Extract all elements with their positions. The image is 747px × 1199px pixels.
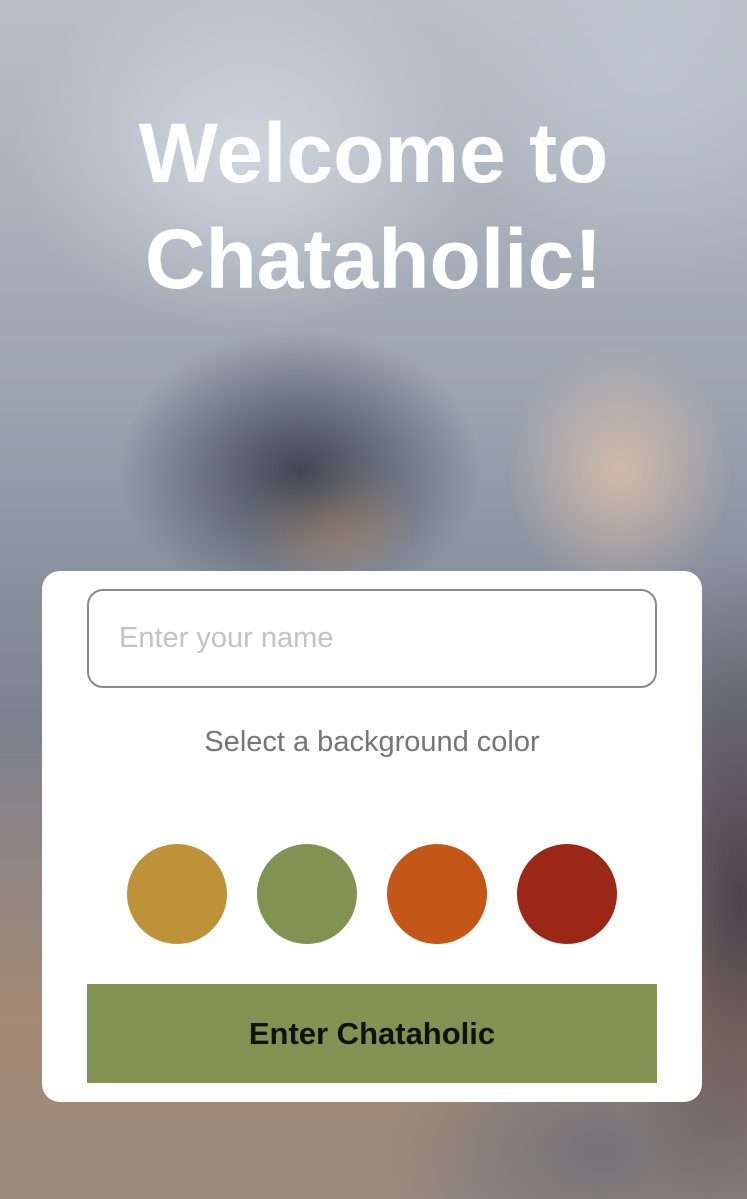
color-swatch-mustard[interactable]: [127, 844, 227, 944]
title-line-2: Chataholic!: [144, 212, 603, 306]
name-input[interactable]: [87, 589, 657, 688]
login-card: Select a background color Enter Chatahol…: [42, 571, 702, 1102]
color-swatch-burnt-orange[interactable]: [387, 844, 487, 944]
title-line-1: Welcome to: [138, 106, 609, 200]
enter-chataholic-button[interactable]: Enter Chataholic: [87, 984, 657, 1083]
start-screen: Welcome to Chataholic! Select a backgrou…: [0, 0, 747, 1199]
background-color-label: Select a background color: [204, 726, 540, 758]
page-title: Welcome to Chataholic!: [0, 100, 747, 312]
color-swatch-olive-green[interactable]: [257, 844, 357, 944]
color-swatch-dark-red[interactable]: [517, 844, 617, 944]
